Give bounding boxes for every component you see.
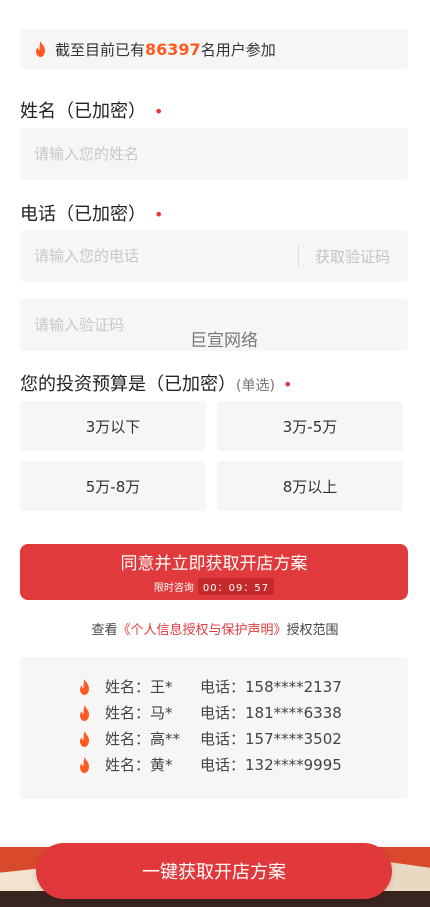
- phone-label-text: 电话（已加密）: [20, 204, 146, 225]
- field-divider: [297, 245, 299, 267]
- submit-button[interactable]: 同意并立即获取开店方案 限时咨询 00：09：57: [20, 544, 408, 600]
- user-name: 姓名：高**: [105, 730, 181, 748]
- countdown-label: 限时咨询: [153, 583, 194, 594]
- required-mark: •: [154, 205, 164, 224]
- flame-icon: [80, 704, 89, 721]
- list-item: 姓名：马* 电话：181****6338: [78, 702, 342, 723]
- get-code-button[interactable]: 获取验证码: [315, 246, 408, 267]
- privacy-suffix: 授权范围: [286, 623, 339, 638]
- user-phone: 电话：132****9995: [200, 756, 342, 774]
- phone-field[interactable]: 获取验证码: [20, 230, 408, 282]
- name-field[interactable]: [20, 128, 408, 180]
- countdown-value: 00：09：57: [197, 578, 275, 595]
- user-phone: 电话：158****2137: [200, 678, 342, 696]
- budget-option-3[interactable]: 5万-8万: [20, 461, 206, 511]
- privacy-link[interactable]: 《个人信息授权与保护声明》: [117, 623, 286, 638]
- required-mark: •: [282, 375, 293, 394]
- watermark: 巨宣网络: [190, 331, 258, 351]
- list-item: 姓名：高** 电话：157****3502: [78, 728, 342, 749]
- budget-option-1[interactable]: 3万以下: [20, 401, 206, 451]
- flame-icon: [36, 41, 45, 57]
- phone-label: 电话（已加密） •: [20, 200, 163, 226]
- list-item: 姓名：王* 电话：158****2137: [78, 676, 342, 697]
- banner-prefix: 截至目前已有: [55, 40, 146, 59]
- phone-input[interactable]: [34, 247, 282, 265]
- flame-icon: [80, 678, 89, 695]
- recent-users-list: 姓名：王* 电话：158****2137 姓名：马* 电话：181****633…: [20, 657, 408, 799]
- user-phone: 电话：157****3502: [200, 730, 342, 748]
- banner-suffix: 名用户参加: [200, 40, 276, 59]
- user-name: 姓名：马*: [105, 704, 173, 722]
- budget-sub: (单选): [236, 378, 275, 394]
- privacy-prefix: 查看: [91, 623, 118, 638]
- list-item: 姓名：黄* 电话：132****9995: [78, 754, 342, 775]
- countdown: 限时咨询 00：09：57: [153, 578, 275, 595]
- name-label-text: 姓名（已加密）: [20, 101, 146, 122]
- participants-banner: 截至目前已有 86397 名用户参加: [20, 29, 408, 69]
- submit-label: 同意并立即获取开店方案: [120, 554, 308, 574]
- participant-count: 86397: [145, 39, 201, 59]
- privacy-notice: 查看《个人信息授权与保护声明》授权范围: [0, 619, 430, 638]
- budget-label: 您的投资预算是（已加密）(单选) •: [20, 370, 292, 396]
- name-input[interactable]: [34, 145, 408, 163]
- user-phone: 电话：181****6338: [200, 704, 342, 722]
- user-name: 姓名：王*: [105, 678, 173, 696]
- flame-icon: [80, 756, 89, 773]
- budget-label-text: 您的投资预算是（已加密）: [20, 374, 236, 395]
- required-mark: •: [154, 102, 164, 121]
- budget-option-4[interactable]: 8万以上: [217, 461, 403, 511]
- name-label: 姓名（已加密） •: [20, 97, 163, 123]
- one-click-get-plan-button[interactable]: 一键获取开店方案: [36, 843, 392, 899]
- user-name: 姓名：黄*: [105, 756, 173, 774]
- flame-icon: [80, 730, 89, 747]
- budget-option-2[interactable]: 3万-5万: [217, 401, 403, 451]
